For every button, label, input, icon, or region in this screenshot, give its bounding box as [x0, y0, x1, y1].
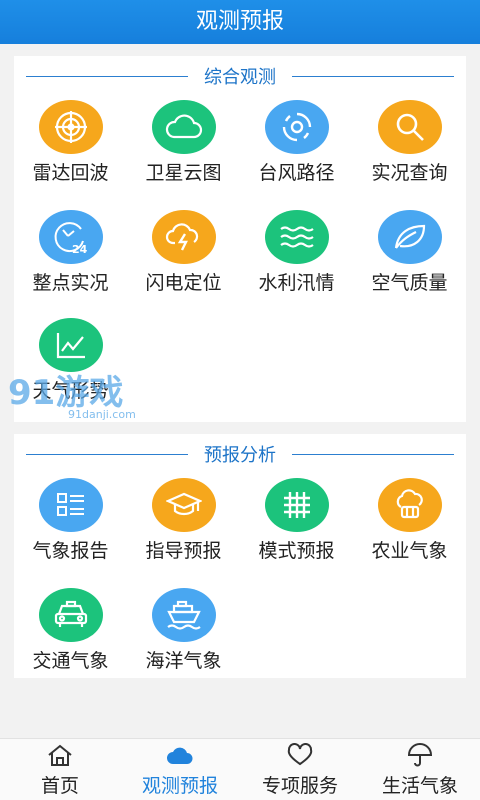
farm-icon: [378, 478, 442, 532]
item-agriculture[interactable]: 农业气象: [353, 478, 466, 582]
clock-24-icon: 24: [39, 210, 103, 264]
section-title-forecast: 预报分析: [14, 442, 466, 466]
item-hourly[interactable]: 24 整点实况: [14, 210, 127, 314]
section-title-observation: 综合观测: [14, 64, 466, 88]
typhoon-icon: [265, 100, 329, 154]
item-water[interactable]: 水利汛情: [240, 210, 353, 314]
radar-icon: [39, 100, 103, 154]
item-satellite[interactable]: 卫星云图: [127, 100, 240, 204]
nav-life-weather[interactable]: 生活气象: [360, 739, 480, 800]
svg-text:24: 24: [72, 243, 88, 255]
nav-home[interactable]: 首页: [0, 739, 120, 800]
leaf-icon: [378, 210, 442, 264]
bottom-nav: 首页 观测预报 专项服务 生活气象: [0, 738, 480, 800]
item-lightning[interactable]: 闪电定位: [127, 210, 240, 314]
item-typhoon[interactable]: 台风路径: [240, 100, 353, 204]
item-live-query[interactable]: 实况查询: [353, 100, 466, 204]
cloud-icon: [152, 100, 216, 154]
item-label: 海洋气象: [145, 650, 222, 672]
graduation-cap-icon: [152, 478, 216, 532]
water-waves-icon: [265, 210, 329, 264]
item-label: 模式预报: [258, 540, 335, 562]
search-icon: [378, 100, 442, 154]
item-label: 交通气象: [32, 650, 109, 672]
nav-label: 观测预报: [141, 775, 218, 797]
page-header: 观测预报: [0, 0, 480, 44]
ship-icon: [152, 588, 216, 642]
nav-label: 生活气象: [381, 775, 458, 797]
car-icon: [39, 588, 103, 642]
item-label: 空气质量: [371, 272, 448, 294]
item-radar[interactable]: 雷达回波: [14, 100, 127, 204]
report-list-icon: [39, 478, 103, 532]
section-observation: 综合观测 雷达回波 卫星云图 台风路径 实况查询 24 整点实况 闪电定位 水利…: [14, 56, 466, 422]
item-air-quality[interactable]: 空气质量: [353, 210, 466, 314]
item-label: 雷达回波: [32, 162, 109, 184]
umbrella-icon: [407, 743, 433, 767]
item-label: 闪电定位: [145, 272, 222, 294]
grid-icon: [265, 478, 329, 532]
page-title: 观测预报: [195, 9, 284, 34]
item-model[interactable]: 模式预报: [240, 478, 353, 582]
item-traffic[interactable]: 交通气象: [14, 588, 127, 692]
nav-label: 专项服务: [261, 775, 338, 797]
home-icon: [48, 744, 72, 766]
item-weather-report[interactable]: 气象报告: [14, 478, 127, 582]
item-marine[interactable]: 海洋气象: [127, 588, 240, 692]
item-label: 卫星云图: [145, 162, 222, 184]
item-label: 指导预报: [145, 540, 222, 562]
item-label: 气象报告: [32, 540, 109, 562]
heart-icon: [287, 743, 313, 766]
item-label: 整点实况: [32, 272, 109, 294]
section-forecast: 预报分析 气象报告 指导预报 模式预报 农业气象 交通气象 海洋气象: [14, 434, 466, 678]
nav-observation[interactable]: 观测预报: [120, 739, 240, 800]
item-guidance[interactable]: 指导预报: [127, 478, 240, 582]
item-weather-trend[interactable]: 天气形势: [14, 318, 127, 422]
nav-label: 首页: [40, 775, 79, 797]
trend-chart-icon: [39, 318, 103, 372]
lightning-cloud-icon: [152, 210, 216, 264]
item-label: 天气形势: [32, 380, 109, 402]
item-label: 水利汛情: [258, 272, 335, 294]
nav-special-service[interactable]: 专项服务: [240, 739, 360, 800]
item-label: 台风路径: [258, 162, 335, 184]
cloud-icon: [167, 747, 193, 764]
item-label: 实况查询: [371, 162, 448, 184]
item-label: 农业气象: [371, 540, 448, 562]
